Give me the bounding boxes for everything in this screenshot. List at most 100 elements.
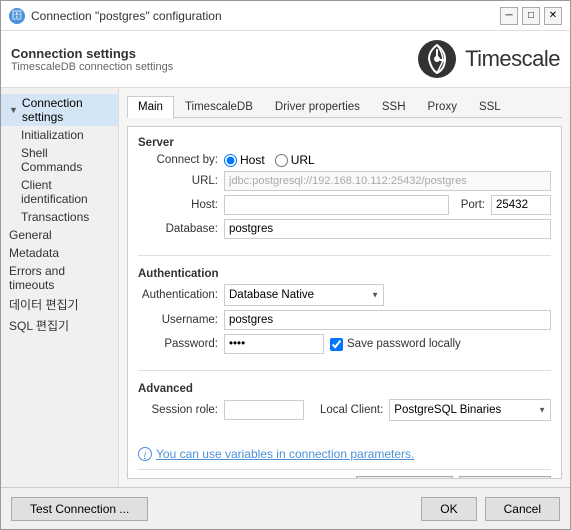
tab-main[interactable]: Main	[127, 96, 174, 118]
sidebar-item-label: Client identification	[21, 178, 88, 206]
local-client-dropdown[interactable]: PostgreSQL Binaries	[389, 399, 551, 421]
bottom-right: OK Cancel	[421, 497, 560, 521]
url-radio-label: URL	[291, 153, 315, 167]
tabs: Main TimescaleDB Driver properties SSH P…	[127, 96, 562, 118]
cancel-button[interactable]: Cancel	[485, 497, 560, 521]
port-section: Port:	[461, 195, 551, 215]
info-link[interactable]: i You can use variables in connection pa…	[138, 447, 551, 461]
tab-driver-properties[interactable]: Driver properties	[264, 96, 371, 117]
password-label: Password:	[138, 338, 218, 350]
sidebar-item-label: General	[9, 228, 52, 242]
advanced-section-label: Advanced	[138, 383, 551, 395]
save-password-label: Save password locally	[347, 338, 461, 350]
header-title: Connection settings	[11, 46, 173, 61]
database-label: Database:	[138, 223, 218, 235]
auth-section-label: Authentication	[138, 268, 551, 280]
url-radio-option[interactable]: URL	[275, 153, 315, 167]
save-password-checkbox[interactable]	[330, 338, 343, 351]
authentication-dropdown[interactable]: Database Native	[224, 284, 384, 306]
sidebar-item-label: 데이터 편집기	[9, 296, 79, 313]
authentication-label: Authentication:	[138, 289, 218, 301]
authentication-dropdown-wrapper: Database Native	[224, 284, 384, 306]
host-row: Host: Port:	[138, 195, 551, 215]
port-input[interactable]	[491, 195, 551, 215]
maximize-button[interactable]: □	[522, 7, 540, 25]
ok-button[interactable]: OK	[421, 497, 476, 521]
main-content: ▼ Connection settings Initialization She…	[1, 88, 570, 487]
section-divider-1	[138, 255, 551, 256]
session-role-input[interactable]	[224, 400, 304, 420]
chevron-icon: ▼	[9, 105, 18, 115]
host-radio[interactable]	[224, 154, 237, 167]
sidebar-item-label: Metadata	[9, 246, 59, 260]
database-input[interactable]	[224, 219, 551, 239]
sidebar-item-errors-timeouts[interactable]: Errors and timeouts	[1, 262, 118, 294]
title-bar: 🗄 Connection "postgres" configuration ─ …	[1, 1, 570, 31]
driver-license-button[interactable]: Driver license	[459, 476, 551, 479]
sidebar-item-label: Transactions	[21, 210, 89, 224]
right-panel: Main TimescaleDB Driver properties SSH P…	[119, 88, 570, 487]
header-text: Connection settings TimescaleDB connecti…	[11, 46, 173, 73]
session-local-row: Session role: Local Client: PostgreSQL B…	[138, 399, 551, 421]
url-radio[interactable]	[275, 154, 288, 167]
tab-timescaledb[interactable]: TimescaleDB	[174, 96, 264, 117]
info-icon: i	[138, 447, 152, 461]
driver-row: Driver name: TimescaleDB Driver Settings…	[138, 469, 551, 479]
username-input[interactable]	[224, 310, 551, 330]
tab-ssh[interactable]: SSH	[371, 96, 417, 117]
sidebar-item-general[interactable]: General	[1, 226, 118, 244]
sidebar-item-client-identification[interactable]: Client identification	[1, 176, 118, 208]
sidebar-item-transactions[interactable]: Transactions	[1, 208, 118, 226]
host-input[interactable]	[224, 195, 449, 215]
driver-settings-button[interactable]: Driver Settings	[356, 476, 453, 479]
sidebar-item-initialization[interactable]: Initialization	[1, 126, 118, 144]
sidebar-item-label: Initialization	[21, 128, 84, 142]
window: 🗄 Connection "postgres" configuration ─ …	[0, 0, 571, 530]
main-panel: Server Connect by: Host URL	[127, 126, 562, 479]
bottom-bar: Test Connection ... OK Cancel	[1, 487, 570, 529]
sidebar-item-label: SQL 편집기	[9, 317, 69, 334]
header-subtitle: TimescaleDB connection settings	[11, 61, 173, 73]
section-divider-2	[138, 370, 551, 371]
connect-by-row: Connect by: Host URL	[138, 153, 551, 167]
tab-proxy[interactable]: Proxy	[417, 96, 468, 117]
url-label: URL:	[138, 175, 218, 187]
username-label: Username:	[138, 314, 218, 326]
minimize-button[interactable]: ─	[500, 7, 518, 25]
save-password-row: Save password locally	[330, 338, 461, 351]
title-bar-controls: ─ □ ✕	[500, 7, 562, 25]
sidebar-item-label: Errors and timeouts	[9, 264, 110, 292]
database-row: Database:	[138, 219, 551, 239]
url-input[interactable]	[224, 171, 551, 191]
sidebar-item-label: Shell Commands	[21, 146, 82, 174]
session-role-label: Session role:	[138, 404, 218, 416]
host-label: Host:	[138, 199, 218, 211]
advanced-section: Advanced Session role: Local Client: Pos…	[138, 383, 551, 425]
driver-buttons: Driver Settings Driver license	[356, 476, 551, 479]
port-label: Port:	[461, 199, 485, 211]
sidebar-item-connection-settings[interactable]: ▼ Connection settings	[1, 94, 118, 126]
password-input[interactable]	[224, 334, 324, 354]
username-row: Username:	[138, 310, 551, 330]
host-radio-option[interactable]: Host	[224, 153, 265, 167]
header-section: Connection settings TimescaleDB connecti…	[1, 31, 570, 88]
app-icon: 🗄	[9, 8, 25, 24]
timescale-logo-text: Timescale	[465, 46, 560, 72]
connect-by-label: Connect by:	[138, 154, 218, 166]
title-bar-left: 🗄 Connection "postgres" configuration	[9, 8, 222, 24]
connect-by-radio-group: Host URL	[224, 153, 315, 167]
sidebar-item-shell-commands[interactable]: Shell Commands	[1, 144, 118, 176]
host-radio-label: Host	[240, 153, 265, 167]
test-connection-button[interactable]: Test Connection ...	[11, 497, 148, 521]
local-client-dropdown-wrapper: PostgreSQL Binaries	[389, 399, 551, 421]
local-client-label: Local Client:	[320, 404, 383, 416]
server-section: Server Connect by: Host URL	[138, 137, 551, 243]
close-button[interactable]: ✕	[544, 7, 562, 25]
sidebar-item-sql-editor[interactable]: SQL 편집기	[1, 315, 118, 336]
server-section-label: Server	[138, 137, 551, 149]
info-link-text: You can use variables in connection para…	[156, 447, 414, 461]
sidebar-item-data-editor[interactable]: 데이터 편집기	[1, 294, 118, 315]
sidebar-item-metadata[interactable]: Metadata	[1, 244, 118, 262]
url-row: URL:	[138, 171, 551, 191]
tab-ssl[interactable]: SSL	[468, 96, 512, 117]
